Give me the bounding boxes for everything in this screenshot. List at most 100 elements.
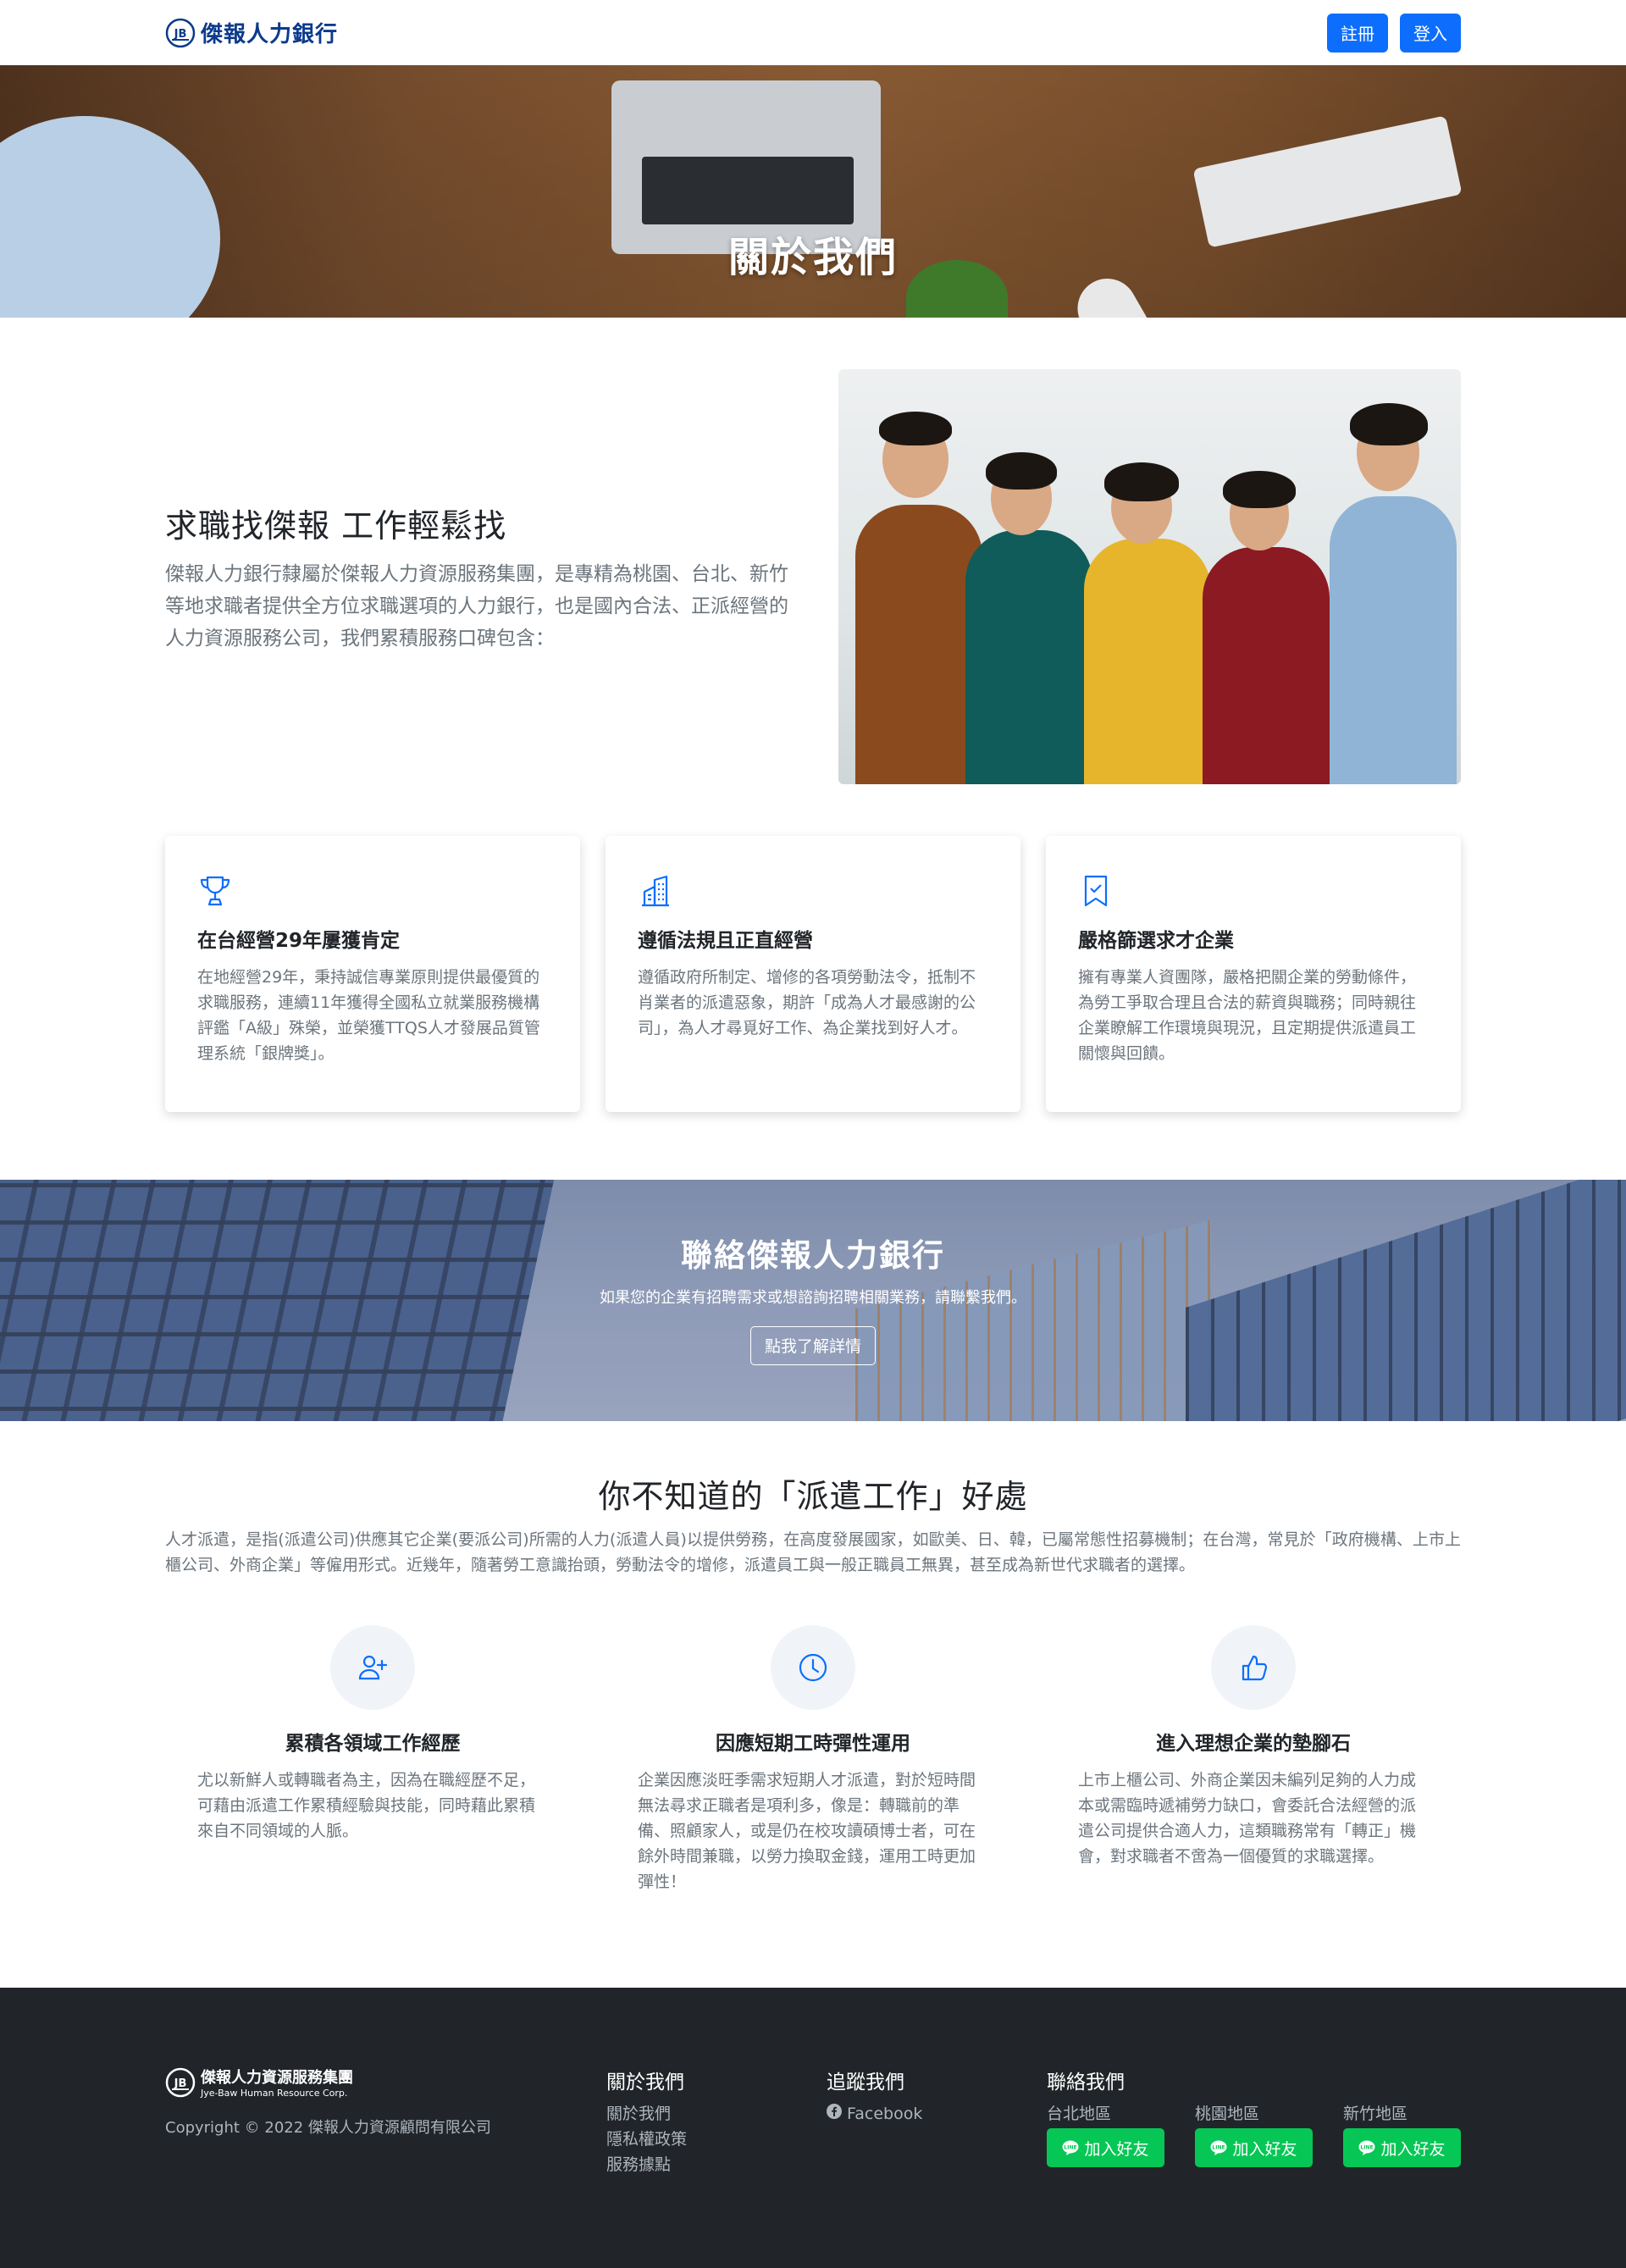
brand[interactable]: JB 傑報人力銀行	[165, 17, 338, 48]
photo-person	[1084, 539, 1211, 784]
footer-about-heading: 關於我們	[606, 2072, 684, 2094]
page-title: 關於我們	[727, 234, 898, 281]
copyright-text: Copyright © 2022 傑報人力資源顧問有限公司	[165, 2119, 491, 2137]
feature-title: 嚴格篩選求才企業	[1078, 930, 1234, 952]
feature-card: 在台經營29年屢獲肯定 在地經營29年，秉持誠信專業原則提供最優質的求職服務，連…	[165, 836, 580, 1112]
contact-banner-title: 聯絡傑報人力銀行	[681, 1236, 945, 1274]
footer-logo: JB 傑報人力資源服務集團 Jye-Baw Human Resource Cor…	[165, 2066, 606, 2099]
footer-brand-english: Jye-Baw Human Resource Corp.	[201, 2088, 348, 2099]
line-button-label: 加入好友	[1380, 2139, 1446, 2159]
benefit-item: 因應短期工時彈性運用 企業因應淡旺季需求短期人才派遣，對於短時間無法尋求正職者是…	[606, 1625, 1020, 1895]
benefits-list: 累積各領域工作經歷 尤以新鮮人或轉職者為主，因為在職經歷不足，可藉由派遣工作累積…	[165, 1578, 1461, 1895]
benefit-description: 尤以新鮮人或轉職者為主，因為在職經歷不足，可藉由派遣工作累積經驗與技能，同時藉此…	[197, 1771, 536, 1840]
footer-brand-name: 傑報人力資源服務集團	[201, 2069, 353, 2087]
photo-person	[1330, 496, 1457, 784]
photo-hair	[1350, 403, 1428, 445]
line-icon: LINE	[1062, 2140, 1079, 2155]
benefit-icon-circle	[1211, 1625, 1296, 1710]
photo-person	[855, 505, 982, 784]
dispatch-section: 你不知道的「派遣工作」好處 人才派遣，是指(派遣公司)供應其它企業(要派公司)所…	[0, 1421, 1626, 1895]
svg-text:JB: JB	[174, 28, 187, 41]
region-name: 桃園地區	[1195, 2105, 1260, 2123]
intro-text: 求職找傑報 工作輕鬆找 傑報人力銀行隸屬於傑報人力資源服務集團，是專精為桃園、台…	[165, 500, 792, 655]
building-icon	[642, 875, 669, 907]
facebook-label: Facebook	[847, 2105, 923, 2123]
benefit-description: 企業因應淡旺季需求短期人才派遣，對於短時間無法尋求正職者是項利多，像是：轉職前的…	[638, 1771, 976, 1891]
login-button[interactable]: 登入	[1400, 13, 1461, 53]
footer-link-about[interactable]: 關於我們	[606, 2101, 827, 2127]
intro-title: 求職找傑報 工作輕鬆找	[165, 506, 507, 545]
benefit-icon-circle	[330, 1625, 415, 1710]
region-hsinchu: 新竹地區 LINE 加入好友	[1343, 2101, 1461, 2167]
line-icon: LINE	[1358, 2140, 1375, 2155]
line-icon: LINE	[1210, 2140, 1227, 2155]
region-taipei: 台北地區 LINE 加入好友	[1047, 2101, 1164, 2167]
navbar: JB 傑報人力銀行 註冊 登入	[0, 0, 1626, 65]
dispatch-title: 你不知道的「派遣工作」好處	[598, 1478, 1028, 1515]
hero-banner: 關於我們	[0, 65, 1626, 318]
facebook-icon	[827, 2104, 842, 2119]
svg-text:LINE: LINE	[1361, 2145, 1374, 2151]
benefit-icon-circle	[771, 1625, 855, 1710]
svg-text:JB: JB	[174, 2077, 187, 2090]
feature-card: 遵循法規且正直經營 遵循政府所制定、增修的各項勞動法令，抵制不肖業者的派遣惡象，…	[606, 836, 1020, 1112]
feature-description: 遵循政府所制定、增修的各項勞動法令，抵制不肖業者的派遣惡象，期許「成為人才最感謝…	[638, 968, 976, 1037]
trophy-icon	[200, 876, 230, 906]
photo-person	[965, 530, 1092, 784]
region-name: 新竹地區	[1343, 2105, 1408, 2123]
dispatch-description: 人才派遣，是指(派遣公司)供應其它企業(要派公司)所需的人力(派遣人員)以提供勞…	[165, 1530, 1461, 1574]
learn-more-button[interactable]: 點我了解詳情	[749, 1325, 876, 1365]
clock-icon	[799, 1653, 827, 1682]
footer-about-column: 關於我們 關於我們 隱私權政策 服務據點	[606, 2066, 827, 2177]
footer-contact-column: 聯絡我們 台北地區 LINE 加入好友 桃園地區 LINE 加入好友 新竹地區 …	[1047, 2066, 1461, 2177]
region-taoyuan: 桃園地區 LINE 加入好友	[1195, 2101, 1313, 2167]
photo-hair	[986, 452, 1057, 490]
nav-buttons: 註冊 登入	[1327, 13, 1461, 53]
feature-description: 擁有專業人資團隊，嚴格把關企業的勞動條件，為勞工爭取合理且合法的薪資與職務；同時…	[1078, 968, 1417, 1063]
intro-section: 求職找傑報 工作輕鬆找 傑報人力銀行隸屬於傑報人力資源服務集團，是專精為桃園、台…	[0, 318, 1626, 784]
line-add-friend-button[interactable]: LINE 加入好友	[1343, 2128, 1461, 2167]
contact-banner: 聯絡傑報人力銀行 如果您的企業有招聘需求或想諮詢招聘相關業務，請聯繫我們。 點我…	[0, 1180, 1626, 1421]
footer-logo-icon: JB	[165, 2067, 196, 2097]
facebook-link[interactable]: Facebook	[827, 2101, 1047, 2127]
intro-description: 傑報人力銀行隸屬於傑報人力資源服務集團，是專精為桃園、台北、新竹等地求職者提供全…	[165, 562, 788, 650]
feature-description: 在地經營29年，秉持誠信專業原則提供最優質的求職服務，連續11年獲得全國私立就業…	[197, 968, 540, 1063]
footer-follow-column: 追蹤我們 Facebook	[827, 2066, 1047, 2177]
footer-link-privacy[interactable]: 隱私權政策	[606, 2127, 827, 2152]
photo-hair	[1223, 471, 1296, 508]
photo-hair	[1104, 462, 1179, 501]
photo-hair	[879, 412, 952, 445]
feature-card: 嚴格篩選求才企業 擁有專業人資團隊，嚴格把關企業的勞動條件，為勞工爭取合理且合法…	[1046, 836, 1461, 1112]
footer-link-locations[interactable]: 服務據點	[606, 2152, 827, 2177]
footer-follow-heading: 追蹤我們	[827, 2072, 904, 2094]
benefit-title: 因應短期工時彈性運用	[716, 1733, 910, 1755]
line-add-friend-button[interactable]: LINE 加入好友	[1195, 2128, 1313, 2167]
contact-banner-description: 如果您的企業有招聘需求或想諮詢招聘相關業務，請聯繫我們。	[600, 1288, 1026, 1307]
footer-brand: JB 傑報人力資源服務集團 Jye-Baw Human Resource Cor…	[165, 2066, 606, 2177]
feature-title: 遵循法規且正直經營	[638, 930, 813, 952]
line-button-label: 加入好友	[1232, 2139, 1297, 2159]
brand-logo-icon: JB	[165, 18, 196, 47]
thumbs-up-icon	[1242, 1655, 1268, 1681]
person-plus-icon	[358, 1655, 388, 1680]
team-photo	[838, 369, 1461, 784]
benefit-title: 進入理想企業的墊腳石	[1156, 1733, 1351, 1755]
line-add-friend-button[interactable]: LINE 加入好友	[1047, 2128, 1164, 2167]
feature-title: 在台經營29年屢獲肯定	[197, 930, 401, 952]
hero-photo-person	[0, 116, 220, 318]
benefit-item: 累積各領域工作經歷 尤以新鮮人或轉職者為主，因為在職經歷不足，可藉由派遣工作累積…	[165, 1625, 580, 1895]
features-section: 在台經營29年屢獲肯定 在地經營29年，秉持誠信專業原則提供最優質的求職服務，連…	[0, 784, 1626, 1112]
svg-text:LINE: LINE	[1065, 2145, 1077, 2151]
bookmark-check-icon	[1084, 875, 1108, 907]
benefit-description: 上市上櫃公司、外商企業因未編列足夠的人力成本或需臨時遞補勞力缺口，會委託合法經營…	[1078, 1771, 1417, 1866]
photo-person	[1203, 547, 1330, 784]
region-name: 台北地區	[1047, 2105, 1112, 2123]
register-button[interactable]: 註冊	[1327, 13, 1388, 53]
footer: JB 傑報人力資源服務集團 Jye-Baw Human Resource Cor…	[0, 1988, 1626, 2268]
svg-text:LINE: LINE	[1213, 2145, 1225, 2151]
footer-contact-heading: 聯絡我們	[1047, 2072, 1125, 2094]
line-button-label: 加入好友	[1084, 2139, 1149, 2159]
benefit-item: 進入理想企業的墊腳石 上市上櫃公司、外商企業因未編列足夠的人力成本或需臨時遞補勞…	[1046, 1625, 1461, 1895]
benefit-title: 累積各領域工作經歷	[285, 1733, 461, 1755]
brand-name: 傑報人力銀行	[201, 22, 339, 47]
